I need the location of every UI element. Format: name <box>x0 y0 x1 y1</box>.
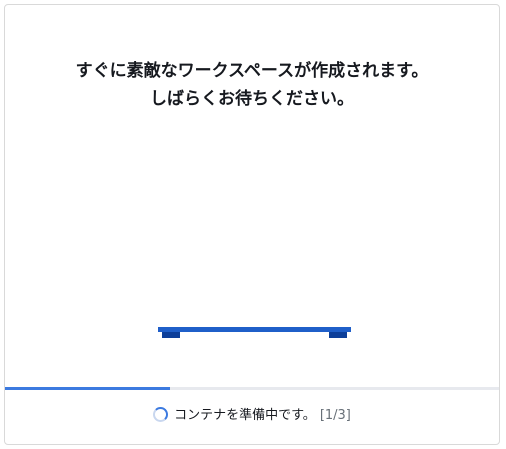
illustration-foot-left <box>162 332 180 338</box>
status-step: [1/3] <box>319 408 351 423</box>
workspace-creation-dialog: すぐに素敵なワークスペースが作成されます。 しばらくお待ちください。 コンテナを… <box>4 4 500 445</box>
creation-message-line-2: しばらくお待ちください。 <box>150 89 354 109</box>
status-line: コンテナを準備中です。 [1/3] <box>5 407 499 425</box>
workspace-illustration <box>158 327 351 341</box>
creation-message: すぐに素敵なワークスペースが作成されます。 しばらくお待ちください。 <box>5 57 499 113</box>
loading-spinner-icon <box>153 407 169 422</box>
illustration-shelf <box>158 327 351 332</box>
creation-message-line-1: すぐに素敵なワークスペースが作成されます。 <box>75 61 429 81</box>
progress-bar-fill <box>5 387 170 390</box>
progress-bar <box>5 387 499 390</box>
illustration-foot-right <box>329 332 347 338</box>
status-text: コンテナを準備中です。 <box>174 408 316 423</box>
